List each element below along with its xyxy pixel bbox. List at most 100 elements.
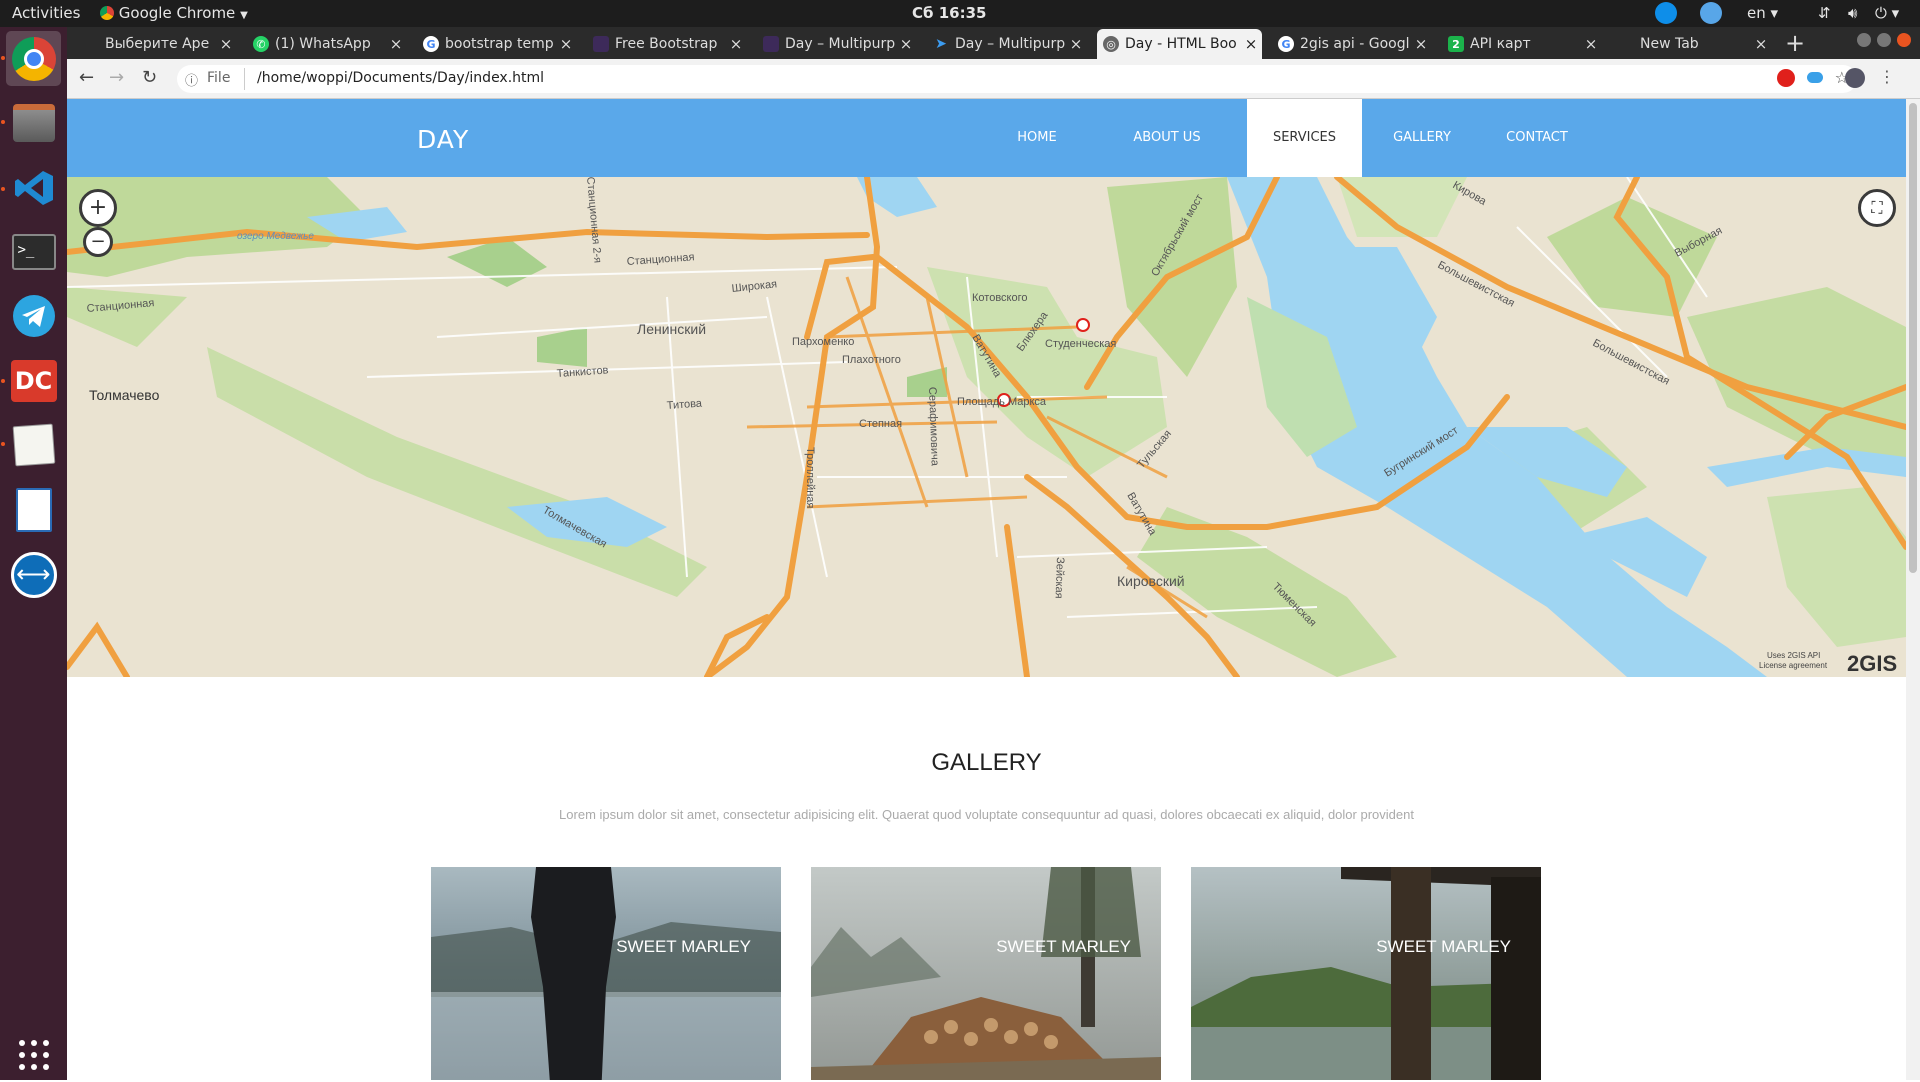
map-label: Ленинский — [637, 321, 706, 337]
document-icon — [15, 487, 52, 532]
tab[interactable]: G 2gis api - Googl × — [1272, 29, 1432, 59]
system-top-bar: Activities Google Chrome ▼ Сб 16:35 en ▾… — [0, 0, 1920, 27]
close-icon[interactable]: × — [895, 35, 917, 53]
chrome-icon — [100, 6, 114, 20]
close-icon[interactable]: × — [385, 35, 407, 53]
opera-extension-icon[interactable] — [1777, 69, 1795, 87]
clock[interactable]: Сб 16:35 — [912, 4, 986, 22]
power-icon[interactable]: ⏻ ▾ — [1875, 4, 1899, 22]
tab-active[interactable]: ◎ Day - HTML Boo × — [1097, 29, 1262, 59]
close-icon[interactable]: × — [1580, 35, 1602, 53]
map-label: Зейская — [1053, 557, 1066, 599]
teamviewer-icon: ⟷ — [10, 551, 57, 598]
map-widget[interactable]: озеро Медвежье Станционная Станционная Ш… — [67, 177, 1906, 677]
tab[interactable]: ✆ (1) WhatsApp × — [247, 29, 407, 59]
zoom-out-button[interactable]: − — [83, 227, 113, 257]
map-label: Плахотного — [842, 354, 901, 366]
gallery-title: GALLERY — [931, 749, 1042, 776]
tab[interactable]: Day – Multipurp × — [757, 29, 917, 59]
map-label: озеро Медвежье — [237, 231, 314, 242]
gallery-image-logs — [811, 867, 1161, 1080]
nav-home[interactable]: HOME — [987, 99, 1087, 177]
back-arrow-icon[interactable]: ← — [79, 67, 94, 88]
maximize-button[interactable] — [1877, 33, 1891, 47]
launcher-terminal[interactable]: >_ — [6, 224, 61, 279]
tab[interactable]: Выберите Аре × — [77, 29, 237, 59]
page-favicon-icon — [763, 36, 779, 52]
close-icon[interactable]: × — [1750, 35, 1772, 53]
tab-title: Day - HTML Boo — [1125, 36, 1237, 52]
minimize-button[interactable] — [1857, 33, 1871, 47]
close-window-button[interactable] — [1897, 33, 1911, 47]
page-scrollbar[interactable] — [1906, 99, 1920, 1080]
site-brand[interactable]: DAY — [417, 125, 469, 154]
telegram-icon — [12, 294, 55, 337]
info-icon[interactable]: ⓘ — [185, 70, 198, 89]
launcher-telegram[interactable] — [6, 288, 61, 343]
menu-kebab-icon[interactable]: ⋮ — [1879, 67, 1895, 86]
launcher-chrome[interactable] — [6, 31, 61, 86]
map-label: Котовского — [972, 292, 1027, 304]
close-icon[interactable]: × — [215, 35, 237, 53]
map-license-link[interactable]: License agreement — [1759, 661, 1828, 670]
activities-button[interactable]: Activities — [12, 4, 80, 22]
tab[interactable]: 2 API карт × — [1442, 29, 1602, 59]
site-navbar: DAY HOME ABOUT US SERVICES GALLERY CONTA… — [67, 99, 1906, 177]
nav-services[interactable]: SERVICES — [1247, 99, 1362, 177]
volume-icon[interactable]: 🔊︎ — [1848, 4, 1857, 22]
2gis-logo[interactable]: 2GIS — [1847, 651, 1897, 676]
network-icon[interactable]: ⇵ — [1818, 4, 1831, 22]
divider — [244, 68, 245, 90]
launcher-vscode[interactable] — [6, 160, 61, 215]
close-icon[interactable]: × — [1065, 35, 1087, 53]
reload-icon[interactable]: ↻ — [142, 67, 157, 88]
forward-arrow-icon[interactable]: → — [109, 67, 124, 88]
keyboard-layout[interactable]: en ▾ — [1747, 4, 1778, 22]
tab[interactable]: Free Bootstrap × — [587, 29, 747, 59]
tab-title: bootstrap temp — [445, 36, 554, 52]
2gis-favicon-icon: 2 — [1448, 36, 1464, 52]
launcher-teamviewer[interactable]: ⟷ — [6, 547, 61, 602]
tab[interactable]: Gbootstrap temp × — [417, 29, 577, 59]
launcher-text-editor[interactable] — [6, 417, 61, 472]
gallery-caption: SWEET MARLEY — [1376, 937, 1511, 956]
gallery-card[interactable]: SWEET MARLEY — [1191, 867, 1541, 1080]
tab-strip: Выберите Аре × ✆ (1) WhatsApp × Gbootstrap … — [67, 27, 1920, 59]
teamviewer-tray-icon[interactable] — [1655, 2, 1677, 24]
language-label: en — [1747, 4, 1766, 22]
nav-about[interactable]: ABOUT US — [1107, 99, 1227, 177]
launcher-writer[interactable] — [6, 482, 61, 537]
tab[interactable]: ➤ Day – Multipurp × — [927, 29, 1087, 59]
fullscreen-icon: ⛶ — [1871, 198, 1883, 217]
nav-contact[interactable]: CONTACT — [1482, 99, 1592, 177]
blank-favicon-icon — [1618, 36, 1634, 52]
scrollbar-thumb[interactable] — [1909, 103, 1917, 573]
cloud-extension-icon[interactable] — [1807, 72, 1823, 83]
show-applications-button[interactable] — [6, 1027, 61, 1082]
close-icon[interactable]: × — [555, 35, 577, 53]
launcher-files[interactable] — [6, 95, 61, 150]
arrow-favicon-icon: ➤ — [935, 36, 947, 52]
tray-app-icon[interactable] — [1700, 2, 1722, 24]
map-canvas[interactable]: озеро Медвежье Станционная Станционная Ш… — [67, 177, 1906, 677]
new-tab-button[interactable]: + — [1785, 29, 1805, 57]
zoom-in-button[interactable]: + — [79, 189, 117, 227]
close-icon[interactable]: × — [1410, 35, 1432, 53]
close-icon[interactable]: × — [1240, 35, 1262, 53]
notepad-icon — [12, 423, 55, 466]
gallery-card[interactable]: SWEET MARLEY — [431, 867, 781, 1080]
map-label: Кировский — [1117, 573, 1185, 589]
omnibox[interactable]: ⓘ File /home/woppi/Documents/Day/index.h… — [177, 65, 1857, 93]
tab[interactable]: New Tab × — [1612, 29, 1772, 59]
page-favicon-icon — [593, 36, 609, 52]
app-menu[interactable]: Google Chrome ▼ — [100, 4, 248, 22]
url-text[interactable]: /home/woppi/Documents/Day/index.html — [257, 70, 544, 86]
launcher-dbeaver[interactable]: DC — [6, 353, 61, 408]
gallery-card[interactable]: SWEET MARLEY — [811, 867, 1161, 1080]
gallery-subtitle: Lorem ipsum dolor sit amet, consectetur … — [559, 807, 1414, 822]
gallery-image-lake — [431, 867, 781, 1080]
fullscreen-button[interactable]: ⛶ — [1858, 189, 1896, 227]
nav-gallery[interactable]: GALLERY — [1367, 99, 1477, 177]
close-icon[interactable]: × — [725, 35, 747, 53]
profile-avatar[interactable] — [1845, 68, 1865, 88]
